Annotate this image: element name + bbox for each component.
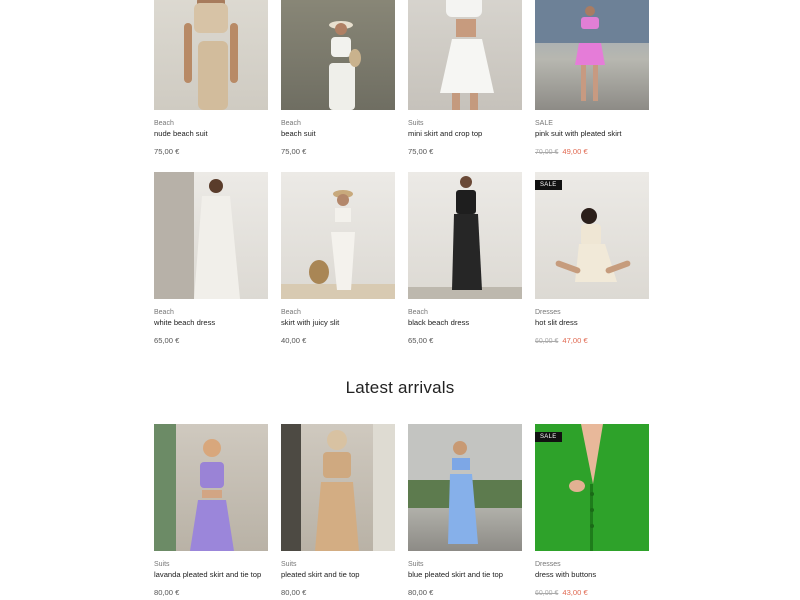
product-name[interactable]: white beach dress (154, 318, 268, 328)
sale-price: 47,00 € (562, 336, 588, 345)
product-image[interactable] (154, 0, 268, 110)
product-category: Beach (154, 120, 174, 127)
product-grid-top: Beach nude beach suit 75,00 € Beach beac… (154, 0, 649, 157)
product-name[interactable]: pleated skirt and tie top (281, 570, 395, 580)
product-name[interactable]: mini skirt and crop top (408, 129, 522, 139)
product-image[interactable] (408, 0, 522, 110)
old-price: 60,00 € (535, 338, 559, 345)
sale-price: 43,00 € (562, 588, 588, 597)
product-price: 60,00 €47,00 € (535, 336, 649, 346)
product-card[interactable]: SALE Dresses hot slit dress 60,00 €47,00… (535, 172, 649, 346)
product-category: Dresses (535, 309, 561, 316)
product-image[interactable]: SALE (535, 172, 649, 299)
product-grid-middle: Beach white beach dress 65,00 € Beach sk… (154, 172, 649, 346)
product-card[interactable]: Beach skirt with juicy slit 40,00 € (281, 172, 395, 346)
product-image[interactable] (408, 424, 522, 551)
product-card[interactable]: Suits mini skirt and crop top 75,00 € (408, 0, 522, 157)
product-name[interactable]: pink suit with pleated skirt (535, 129, 649, 139)
product-price: 75,00 € (408, 147, 434, 156)
product-price: 80,00 € (154, 588, 180, 597)
product-image[interactable] (154, 172, 268, 299)
product-category: Suits (281, 561, 297, 568)
product-name[interactable]: black beach dress (408, 318, 522, 328)
sale-badge: SALE (535, 432, 562, 442)
product-price: 70,00 €49,00 € (535, 147, 649, 157)
product-price: 65,00 € (154, 336, 180, 345)
product-name[interactable]: lavanda pleated skirt and tie top (154, 570, 268, 580)
product-category: Suits (408, 120, 424, 127)
product-price: 40,00 € (281, 336, 307, 345)
product-image[interactable] (281, 424, 395, 551)
product-image[interactable] (408, 172, 522, 299)
product-category: SALE (535, 120, 553, 127)
product-name[interactable]: dress with buttons (535, 570, 649, 580)
product-price: 75,00 € (154, 147, 180, 156)
product-name[interactable]: hot slit dress (535, 318, 649, 328)
product-category: Dresses (535, 561, 561, 568)
old-price: 60,00 € (535, 590, 559, 597)
product-category: Suits (154, 561, 170, 568)
product-image[interactable] (535, 0, 649, 110)
product-name[interactable]: blue pleated skirt and tie top (408, 570, 522, 580)
product-price: 80,00 € (281, 588, 307, 597)
product-price: 80,00 € (408, 588, 434, 597)
product-grid-latest: Suits lavanda pleated skirt and tie top … (154, 424, 649, 598)
product-image[interactable] (281, 0, 395, 110)
product-category: Beach (281, 120, 301, 127)
sale-badge: SALE (535, 180, 562, 190)
product-price: 75,00 € (281, 147, 307, 156)
product-image[interactable]: SALE (535, 424, 649, 551)
product-category: Beach (281, 309, 301, 316)
product-name[interactable]: nude beach suit (154, 129, 268, 139)
product-card[interactable]: Beach white beach dress 65,00 € (154, 172, 268, 346)
product-card[interactable]: Beach nude beach suit 75,00 € (154, 0, 268, 157)
sale-price: 49,00 € (562, 147, 588, 156)
product-price: 60,00 €43,00 € (535, 588, 649, 598)
product-category: Suits (408, 561, 424, 568)
product-category: Beach (154, 309, 174, 316)
product-card[interactable]: Beach beach suit 75,00 € (281, 0, 395, 157)
product-image[interactable] (281, 172, 395, 299)
product-name[interactable]: beach suit (281, 129, 395, 139)
product-price: 65,00 € (408, 336, 434, 345)
product-card[interactable]: SALE Dresses dress with buttons 60,00 €4… (535, 424, 649, 598)
product-card[interactable]: Suits lavanda pleated skirt and tie top … (154, 424, 268, 598)
product-image[interactable] (154, 424, 268, 551)
product-card[interactable]: Beach black beach dress 65,00 € (408, 172, 522, 346)
product-card[interactable]: SALE pink suit with pleated skirt 70,00 … (535, 0, 649, 157)
product-card[interactable]: Suits pleated skirt and tie top 80,00 € (281, 424, 395, 598)
old-price: 70,00 € (535, 149, 559, 156)
product-name[interactable]: skirt with juicy slit (281, 318, 395, 328)
product-category: Beach (408, 309, 428, 316)
section-title-latest-arrivals: Latest arrivals (345, 378, 455, 397)
product-card[interactable]: Suits blue pleated skirt and tie top 80,… (408, 424, 522, 598)
